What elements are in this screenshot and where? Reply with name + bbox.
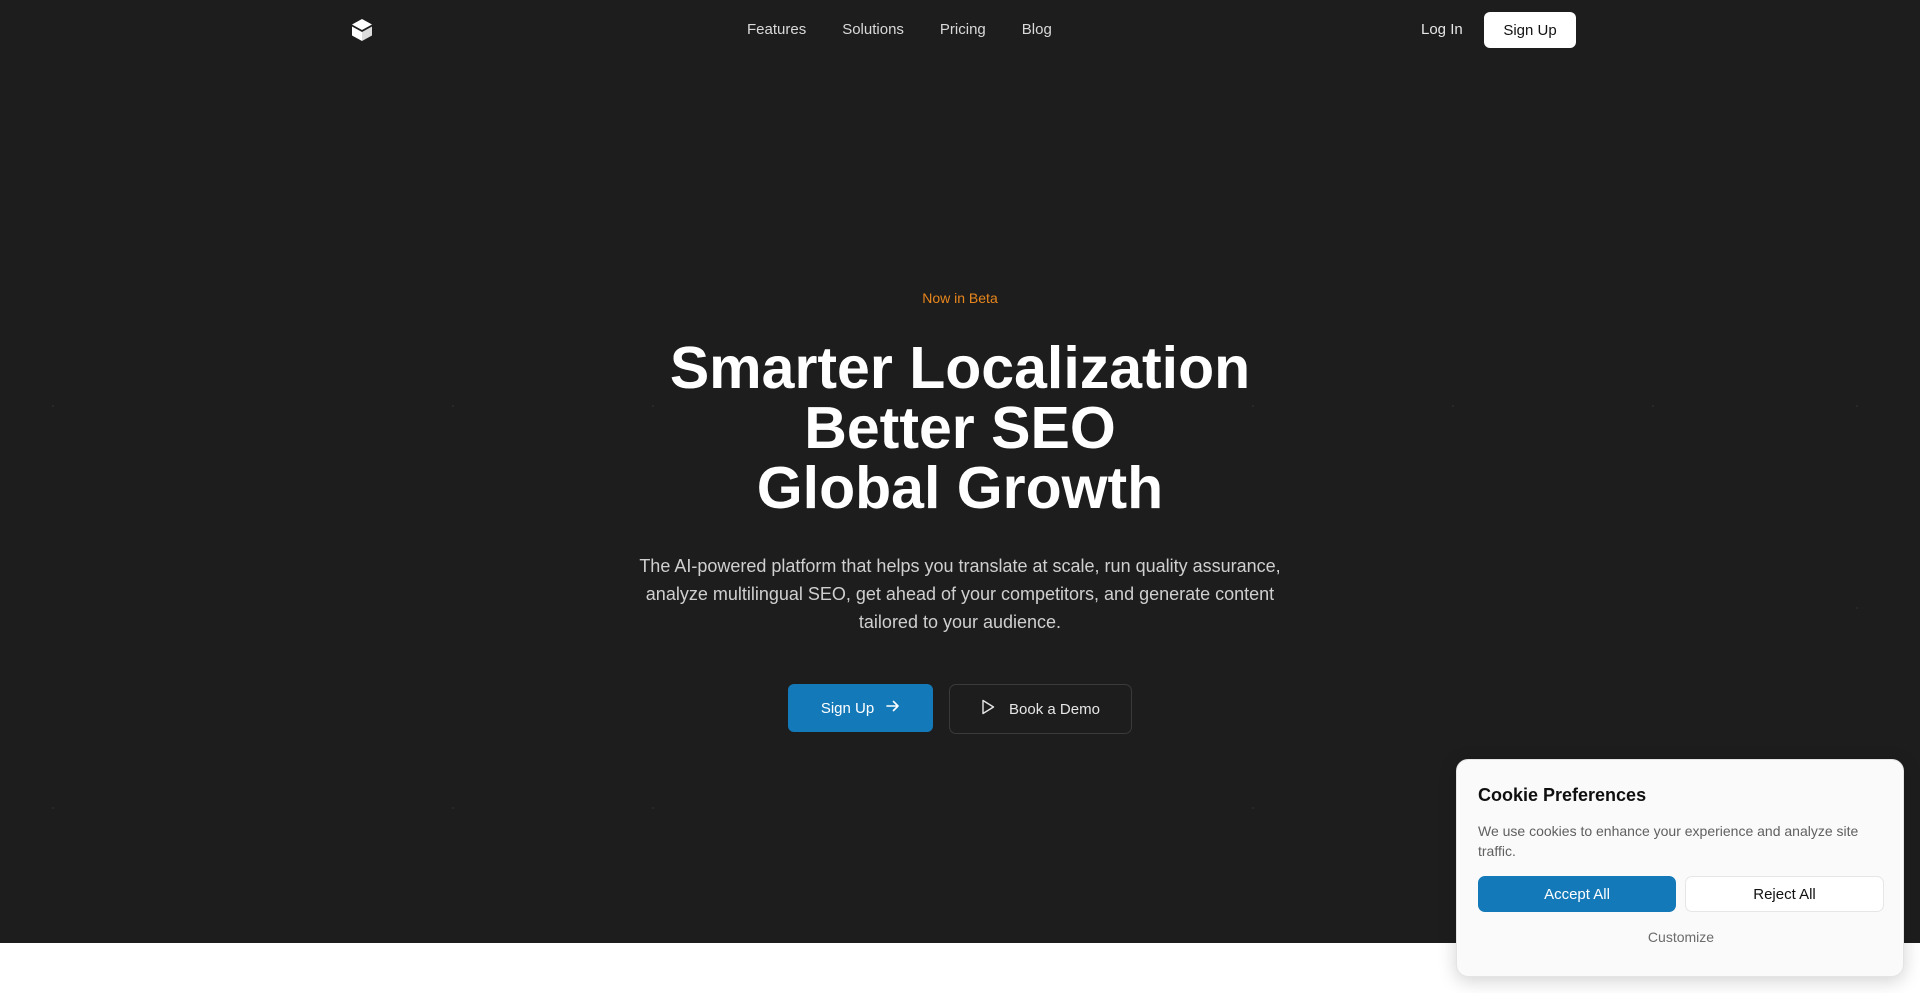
cube-logo-icon[interactable] — [350, 18, 374, 42]
hero-signup-label: Sign Up — [820, 699, 875, 717]
nav-link-features[interactable]: Features — [747, 21, 806, 38]
nav-link-pricing[interactable]: Pricing — [940, 21, 986, 38]
hero-headline: Smarter Localization Better SEO Global G… — [560, 338, 1360, 518]
top-navigation: Features Solutions Pricing Blog Log In S… — [0, 0, 1920, 60]
arrow-right-icon — [886, 699, 900, 717]
nav-link-solutions[interactable]: Solutions — [842, 21, 904, 38]
play-icon — [981, 699, 995, 719]
hero-subtext: The AI-powered platform that helps you t… — [639, 556, 1281, 632]
reject-all-button[interactable]: Reject All — [1685, 876, 1884, 912]
beta-badge: Now in Beta — [922, 290, 998, 306]
login-link[interactable]: Log In — [1421, 21, 1463, 38]
book-demo-label: Book a Demo — [1009, 700, 1100, 718]
headline-line-3: Global Growth — [756, 455, 1164, 521]
cookie-text: We use cookies to enhance your experienc… — [1478, 823, 1859, 859]
book-demo-button[interactable]: Book a Demo — [949, 684, 1132, 734]
hero-signup-button[interactable]: Sign Up — [788, 684, 933, 732]
customize-link[interactable]: Customize — [1457, 929, 1905, 945]
accept-all-button[interactable]: Accept All — [1478, 876, 1676, 912]
nav-signup-button[interactable]: Sign Up — [1484, 12, 1576, 48]
cookie-title: Cookie Preferences — [1478, 785, 1647, 805]
headline-line-2: Better SEO — [804, 395, 1116, 461]
headline-line-1: Smarter Localization — [669, 335, 1251, 401]
main-nav: Features Solutions Pricing Blog — [747, 21, 1052, 38]
nav-link-blog[interactable]: Blog — [1022, 21, 1052, 38]
cookie-banner: Cookie Preferences We use cookies to enh… — [1456, 759, 1904, 977]
